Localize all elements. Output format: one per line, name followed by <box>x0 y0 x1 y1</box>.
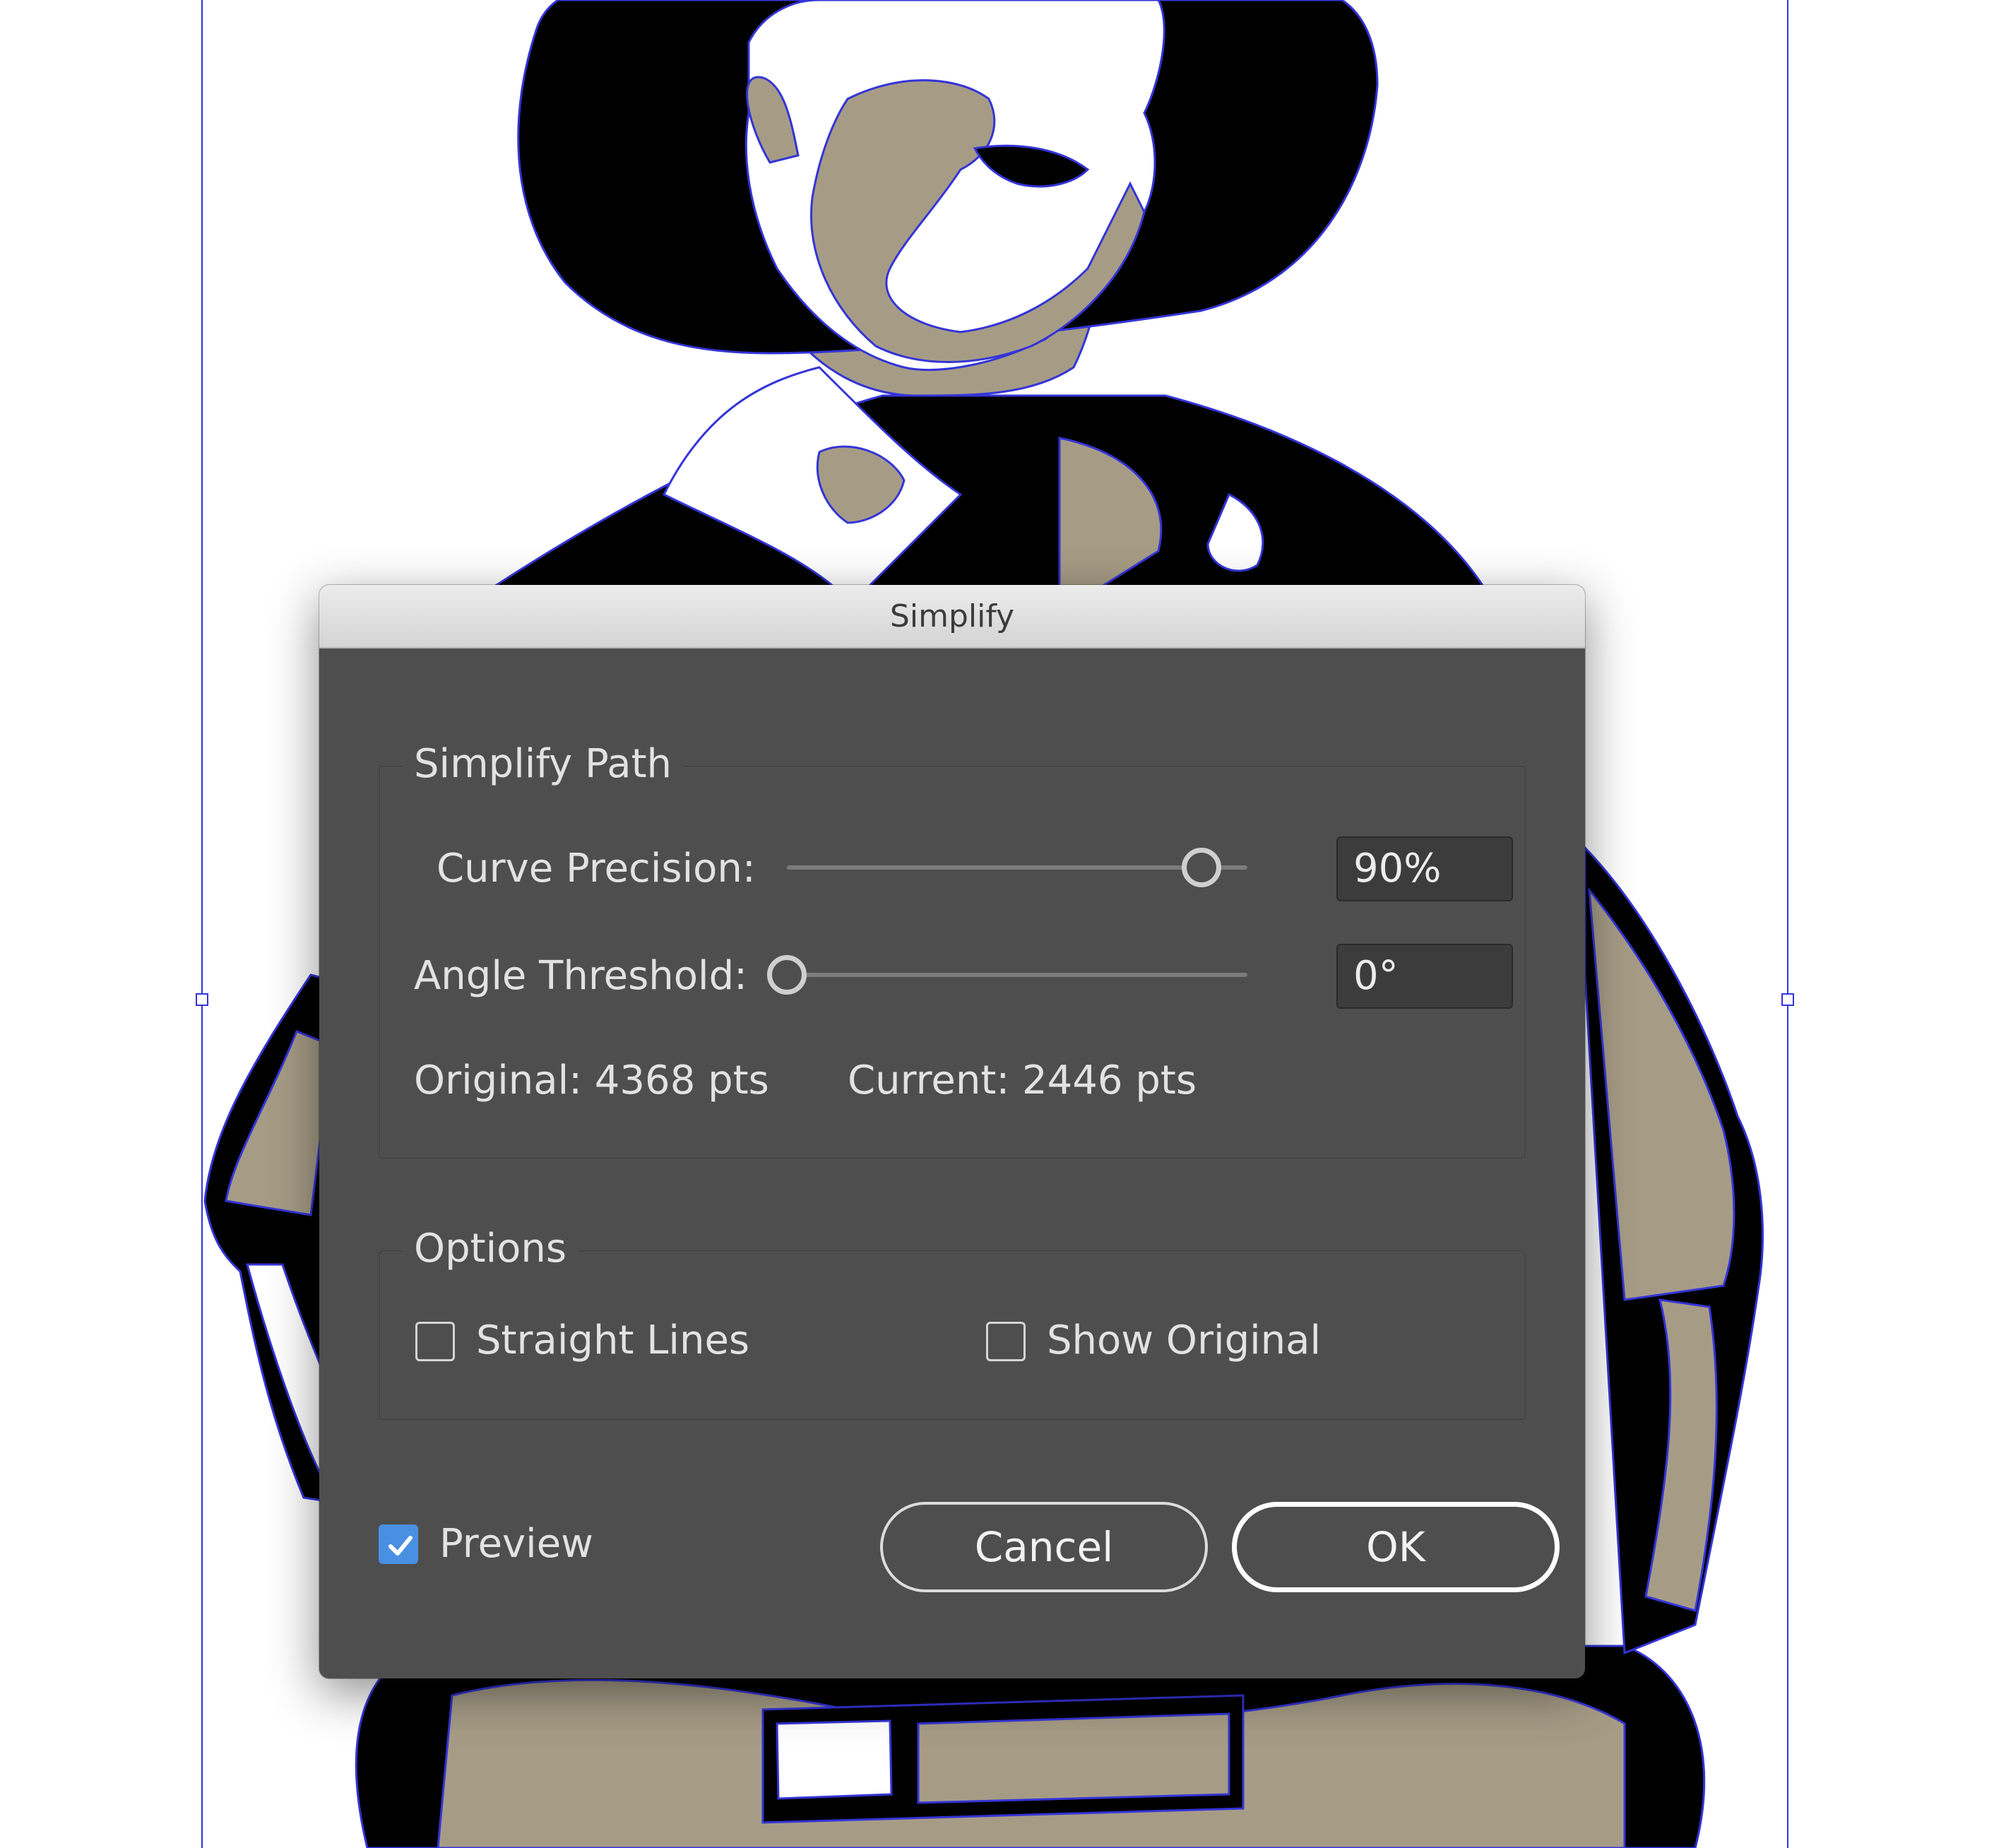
preview-label[interactable]: Preview <box>439 1522 593 1567</box>
selection-handle-right[interactable] <box>1781 993 1794 1006</box>
options-group-title: Options <box>403 1226 578 1272</box>
straight-lines-label[interactable]: Straight Lines <box>476 1318 749 1363</box>
current-points-text: Current: 2446 pts <box>848 1058 1197 1103</box>
selection-bound-right <box>1787 0 1788 1848</box>
checkmark-icon <box>388 1536 413 1556</box>
preview-checkbox[interactable] <box>379 1524 418 1564</box>
ok-button[interactable]: OK <box>1232 1502 1560 1592</box>
curve-precision-label: Curve Precision: <box>437 846 756 892</box>
curve-precision-input[interactable]: 90% <box>1336 836 1513 901</box>
angle-threshold-slider-thumb[interactable] <box>767 955 807 995</box>
selection-handle-left[interactable] <box>196 993 208 1006</box>
angle-threshold-slider-track[interactable] <box>787 973 1247 977</box>
show-original-checkbox[interactable] <box>986 1322 1026 1361</box>
angle-threshold-label: Angle Threshold: <box>414 953 748 999</box>
show-original-label[interactable]: Show Original <box>1047 1318 1321 1363</box>
simplify-path-group-title: Simplify Path <box>403 742 684 787</box>
curve-precision-slider-track[interactable] <box>787 865 1247 870</box>
curve-precision-slider-thumb[interactable] <box>1181 848 1221 887</box>
cancel-button[interactable]: Cancel <box>880 1502 1208 1592</box>
straight-lines-checkbox[interactable] <box>415 1322 455 1361</box>
selection-bound-left <box>201 0 203 1848</box>
dialog-titlebar[interactable]: Simplify <box>319 585 1585 648</box>
angle-threshold-input[interactable]: 0° <box>1336 944 1513 1009</box>
original-points-text: Original: 4368 pts <box>414 1058 769 1103</box>
dialog-title: Simplify <box>889 598 1015 634</box>
simplify-dialog: Simplify Simplify Path Curve Precision: … <box>319 585 1585 1678</box>
